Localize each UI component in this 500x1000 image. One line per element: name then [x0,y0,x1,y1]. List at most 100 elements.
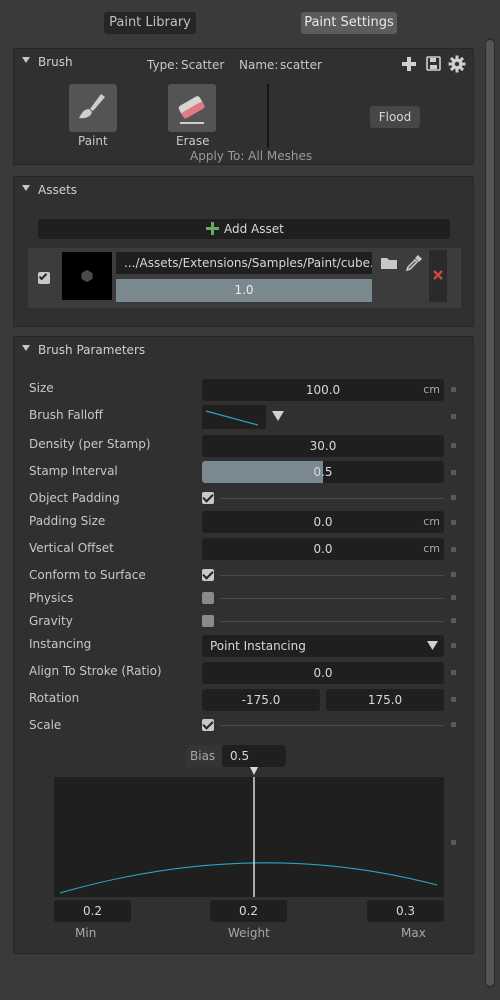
save-icon[interactable] [426,56,441,71]
brush-name-value: scatter [280,58,322,72]
rotation-max-field[interactable]: 175.0 [326,689,444,711]
vertical-offset-label: Vertical Offset [29,541,114,555]
curve-reset-dot[interactable] [451,840,456,845]
assets-panel: Assets Add Asset .../Assets/Extensions/S… [13,176,474,327]
falloff-dropdown-arrow-icon[interactable] [272,411,284,421]
scale-reset-dot[interactable] [451,722,456,727]
collapse-triangle-icon[interactable] [22,57,30,63]
collapse-triangle-icon[interactable] [22,185,30,191]
paint-tool-button[interactable] [69,84,117,132]
divider [220,598,444,599]
brush-panel-title: Brush [38,55,73,69]
align-field[interactable]: 0.0 [202,662,444,684]
stamp-interval-label: Stamp Interval [29,464,118,478]
size-reset-dot[interactable] [451,387,456,392]
chevron-down-icon [427,641,438,650]
instancing-label: Instancing [29,637,92,651]
object-padding-label: Object Padding [29,491,120,505]
divider [220,621,444,622]
scrollbar[interactable] [485,38,495,988]
weight-field[interactable]: 0.2 [210,900,287,922]
add-asset-label: Add Asset [224,222,284,236]
physics-label: Physics [29,591,74,605]
paint-brush-icon [79,94,105,119]
instancing-dropdown[interactable]: Point Instancing [202,635,444,657]
stamp-reset-dot[interactable] [451,470,456,475]
padding-reset-dot[interactable] [451,495,456,500]
instancing-reset-dot[interactable] [451,643,456,648]
density-field[interactable]: 30.0 [202,435,444,457]
rotation-label: Rotation [29,691,80,705]
eraser-icon [178,96,205,124]
divider [220,725,444,726]
divider [220,498,444,499]
delete-asset-button[interactable] [429,250,447,302]
bias-label: Bias [190,749,216,763]
physics-reset-dot[interactable] [451,595,456,600]
folder-icon[interactable] [380,256,398,270]
stamp-interval-value: 0.5 [313,465,333,479]
vertical-offset-unit: cm [423,542,440,555]
padding-size-label: Padding Size [29,514,106,528]
add-asset-button[interactable]: Add Asset [38,219,450,239]
asset-row: .../Assets/Extensions/Samples/Paint/cube… [28,248,461,308]
brush-type-label: Type: [147,58,179,72]
asset-weight-slider[interactable]: 1.0 [116,279,372,302]
tool-divider [267,84,269,148]
size-unit: cm [423,383,440,396]
params-panel-header[interactable]: Brush Parameters [14,337,473,363]
paint-settings-tab[interactable]: Paint Settings [301,12,397,34]
min-field[interactable]: 0.2 [54,900,131,922]
scale-curve-graph[interactable] [54,777,444,897]
object-padding-checkbox[interactable] [202,492,214,504]
physics-checkbox[interactable] [202,592,214,604]
gravity-checkbox[interactable] [202,615,214,627]
conform-label: Conform to Surface [29,568,146,582]
voffset-reset-dot[interactable] [451,547,456,552]
assets-panel-header[interactable]: Assets [14,177,473,203]
stamp-interval-slider[interactable]: 0.5 [202,461,444,483]
padding-size-value: 0.0 [313,515,333,529]
padding-size-field[interactable]: 0.0 cm [202,511,444,533]
scale-checkbox[interactable] [202,719,214,731]
bias-field[interactable]: 0.5 [222,745,286,767]
density-reset-dot[interactable] [451,443,456,448]
gravity-label: Gravity [29,614,73,628]
falloff-curve-preview[interactable] [202,405,266,429]
padding-size-unit: cm [423,515,440,528]
gear-icon[interactable] [448,55,466,73]
conform-checkbox[interactable] [202,569,214,581]
erase-tool-button[interactable] [168,84,216,132]
vertical-offset-value: 0.0 [313,542,333,556]
collapse-triangle-icon[interactable] [22,345,30,351]
flood-button[interactable]: Flood [370,106,420,128]
divider [220,575,444,576]
asset-thumbnail [62,252,112,300]
padsize-reset-dot[interactable] [451,520,456,525]
rotation-reset-dot[interactable] [451,697,456,702]
conform-reset-dot[interactable] [451,572,456,577]
paint-library-tab[interactable]: Paint Library [104,12,196,34]
align-label: Align To Stroke (Ratio) [29,664,162,678]
plus-icon [206,222,219,235]
bias-control: Bias 0.5 [186,745,286,767]
max-field[interactable]: 0.3 [367,900,444,922]
falloff-reset-dot[interactable] [451,414,456,419]
asset-path-field[interactable]: .../Assets/Extensions/Samples/Paint/cube… [116,252,372,274]
scrollbar-thumb[interactable] [486,40,494,986]
size-field[interactable]: 100.0 cm [202,379,444,401]
close-icon [433,270,443,280]
brush-name-label: Name: [239,58,279,72]
instancing-value: Point Instancing [210,639,306,653]
rotation-min-field[interactable]: -175.0 [202,689,320,711]
align-reset-dot[interactable] [451,670,456,675]
add-brush-icon[interactable] [401,56,417,72]
gravity-reset-dot[interactable] [451,618,456,623]
apply-to-label: Apply To: All Meshes [190,149,313,163]
bias-marker-icon[interactable] [250,767,258,775]
erase-tool-label: Erase [176,134,210,148]
asset-enabled-checkbox[interactable] [38,271,50,284]
vertical-offset-field[interactable]: 0.0 cm [202,538,444,560]
assets-panel-title: Assets [38,183,78,197]
eyedropper-icon[interactable] [405,254,423,272]
